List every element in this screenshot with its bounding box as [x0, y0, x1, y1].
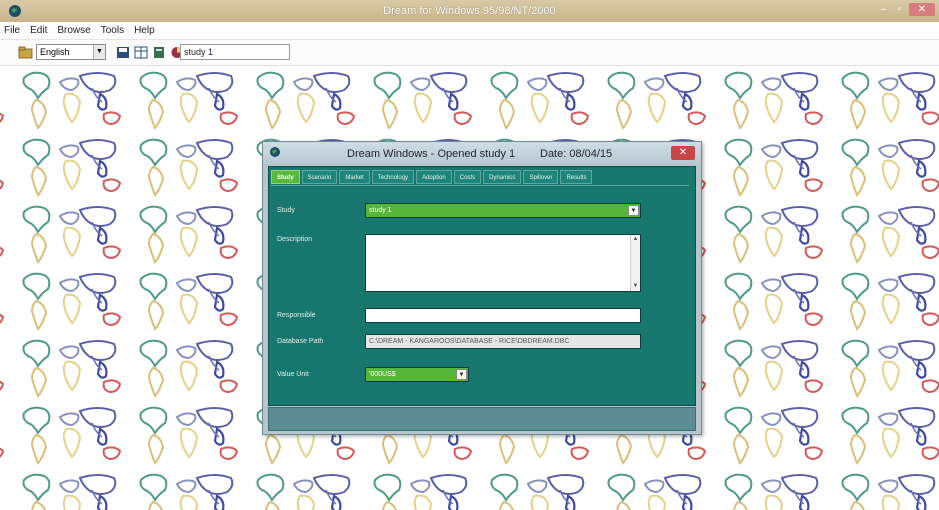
chevron-down-icon[interactable]: ▼	[93, 45, 105, 59]
dialog-close-button[interactable]: ✕	[671, 146, 695, 160]
study-dialog: Dream Windows - Opened study 1 Date: 08/…	[262, 141, 702, 435]
description-input[interactable]: ▲ ▼	[365, 234, 641, 292]
app-title: Dream for Windows 95/98/NT/2000	[383, 5, 556, 17]
database-path-label: Database Path	[277, 338, 324, 345]
chevron-down-icon[interactable]: ▼	[456, 369, 467, 380]
menu-browse[interactable]: Browse	[57, 25, 90, 36]
study-select-value: study 1	[369, 207, 392, 214]
tab-adoption[interactable]: Adoption	[416, 170, 452, 184]
description-label: Description	[277, 236, 313, 243]
tab-market[interactable]: Market	[339, 170, 370, 184]
toolbar-buttons	[116, 46, 184, 59]
chevron-down-icon[interactable]: ▼	[628, 205, 639, 216]
main-titlebar: Dream for Windows 95/98/NT/2000 – ▫ ✕	[0, 0, 939, 22]
tab-study[interactable]: Study	[271, 170, 300, 184]
menu-file[interactable]: File	[4, 25, 20, 36]
scroll-down-icon[interactable]: ▼	[631, 282, 640, 291]
dialog-title: Dream Windows - Opened study 1	[347, 148, 516, 160]
dialog-footer	[268, 407, 696, 431]
tab-scenario[interactable]: Scenario	[301, 170, 338, 184]
dialog-date: Date: 08/04/15	[540, 148, 613, 160]
grid-icon[interactable]	[152, 46, 166, 59]
menu-bar: File Edit Browse Tools Help	[0, 22, 939, 40]
study-select[interactable]: study 1 ▼	[365, 203, 641, 218]
scroll-up-icon[interactable]: ▲	[631, 235, 640, 244]
dialog-tabs: Study Scenario Market Technology Adoptio…	[271, 170, 593, 184]
tab-costs[interactable]: Costs	[453, 170, 482, 184]
language-value: English	[40, 47, 70, 57]
value-unit-select[interactable]: '000US$ ▼	[365, 367, 469, 382]
menu-tools[interactable]: Tools	[101, 25, 124, 36]
tab-dynamics[interactable]: Dynamics	[483, 170, 522, 184]
tab-divider	[271, 185, 689, 186]
study-selector[interactable]: study 1	[180, 44, 290, 60]
responsible-label: Responsible	[277, 312, 316, 319]
maximize-button[interactable]: ▫	[893, 3, 906, 16]
tab-spillover[interactable]: Spillover	[523, 170, 559, 184]
save-icon[interactable]	[116, 46, 130, 59]
toolbar: English ▼ study 1	[0, 40, 939, 66]
menu-edit[interactable]: Edit	[30, 25, 47, 36]
responsible-input[interactable]	[365, 308, 641, 323]
dialog-body: Study Scenario Market Technology Adoptio…	[268, 166, 696, 406]
minimize-button[interactable]: –	[877, 3, 890, 16]
tab-technology[interactable]: Technology	[371, 170, 415, 184]
menu-help[interactable]: Help	[134, 25, 155, 36]
close-button[interactable]: ✕	[909, 3, 935, 16]
table-icon[interactable]	[134, 46, 148, 59]
value-unit-value: '000US$	[369, 371, 396, 378]
language-select[interactable]: English ▼	[36, 44, 106, 60]
open-folder-icon[interactable]	[18, 46, 33, 59]
study-label: Study	[277, 207, 295, 214]
database-path-field: C:\DREAM - KANGAROOS\DATABASE - RICE\DBD…	[365, 334, 641, 349]
app-icon	[270, 147, 280, 157]
description-scrollbar[interactable]: ▲ ▼	[630, 235, 640, 291]
tab-results[interactable]: Results	[560, 170, 593, 184]
value-unit-label: Value Unit	[277, 371, 309, 378]
window-controls: – ▫ ✕	[877, 3, 935, 16]
dialog-titlebar: Dream Windows - Opened study 1 Date: 08/…	[263, 142, 701, 164]
